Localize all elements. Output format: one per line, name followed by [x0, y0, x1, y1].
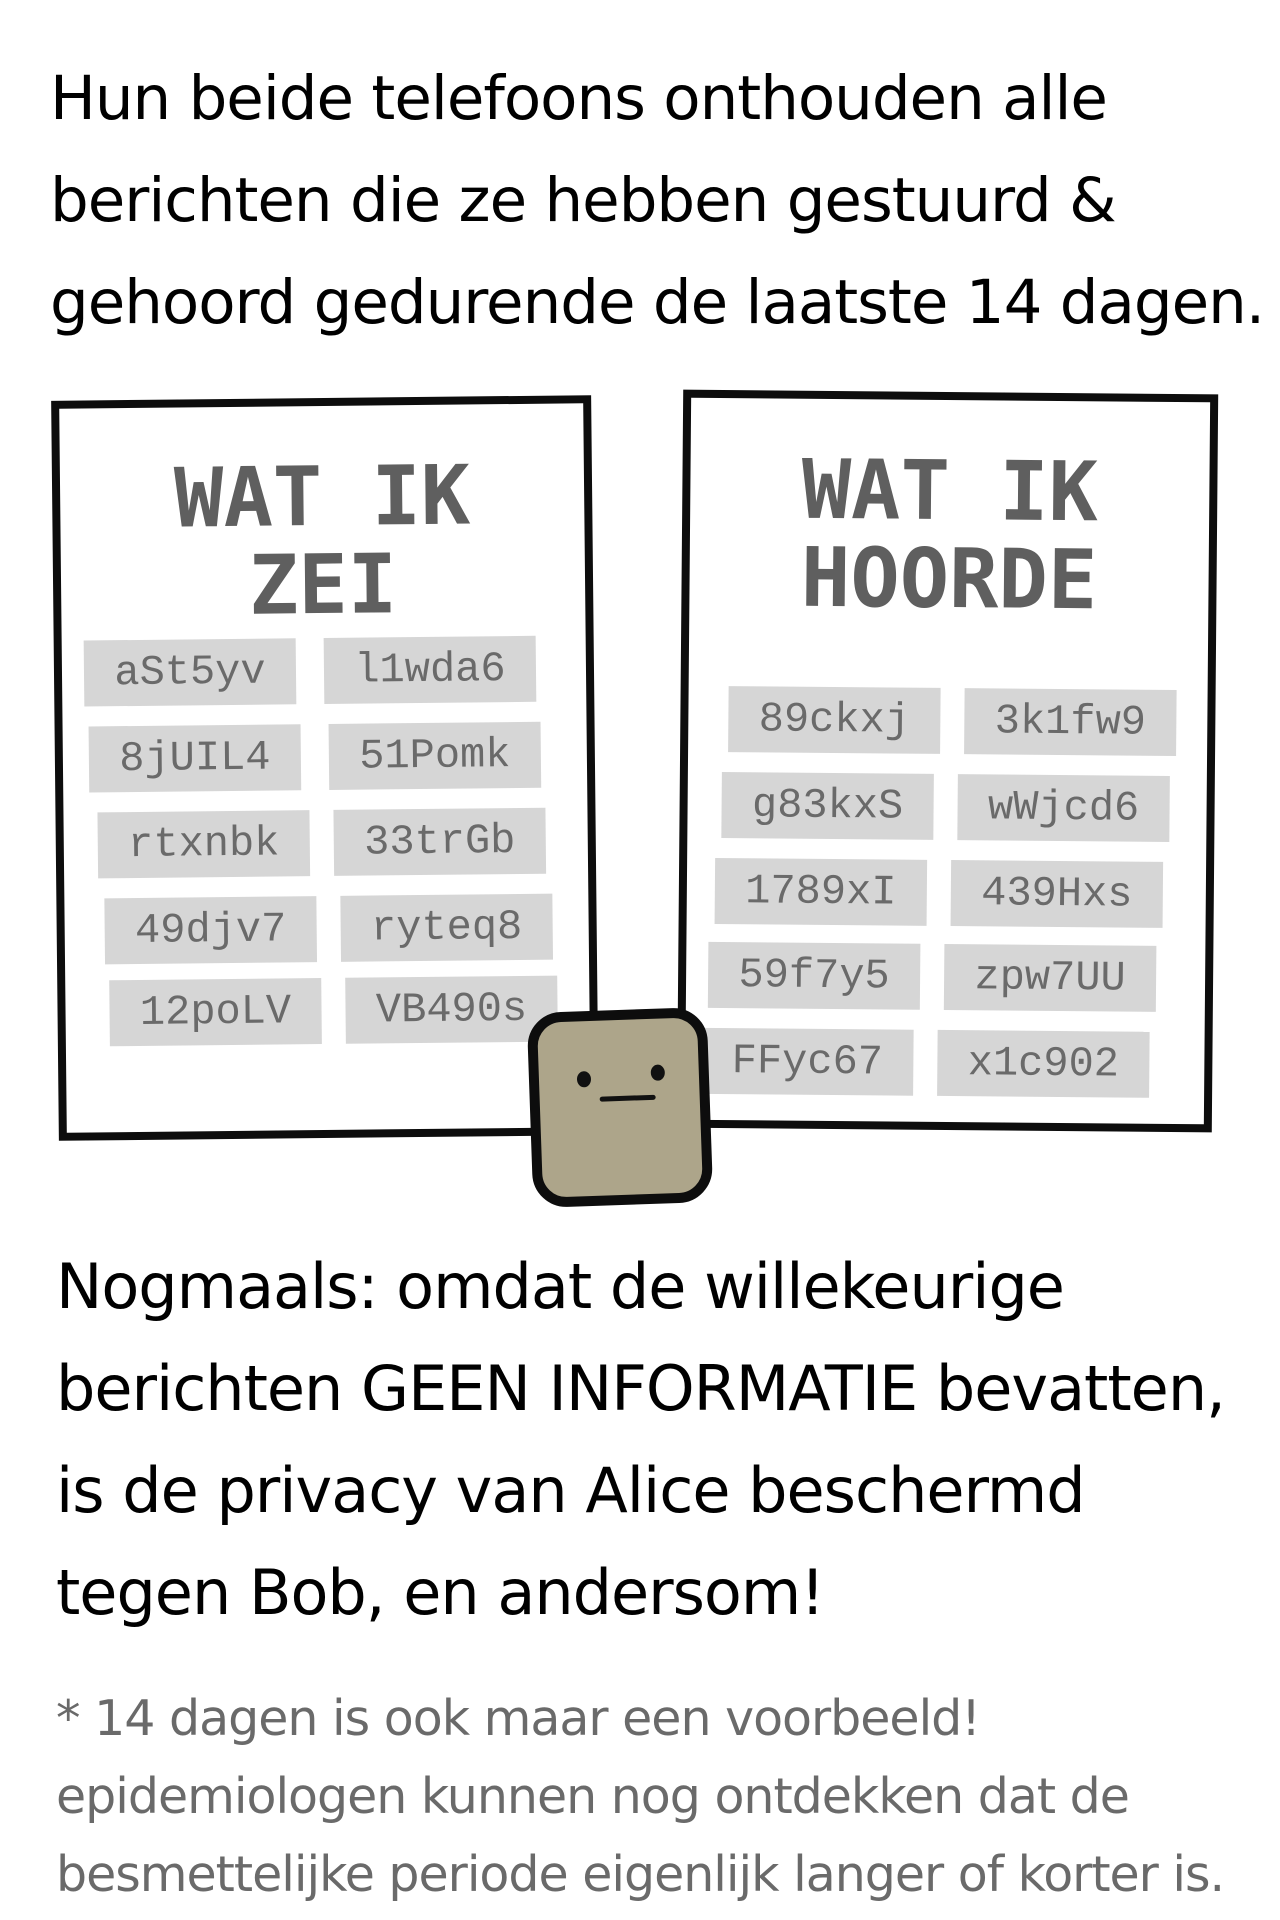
said-messages-panel: WAT IK ZEI aSt5yv l1wda6 8jUIL4 51Pomk r… [51, 395, 599, 1141]
message-code: FFyc67 [701, 1027, 914, 1096]
footnote-line: epidemiologen kunnen nog ontdekken dat d… [56, 1768, 1130, 1825]
message-code: VB490s [345, 975, 558, 1044]
message-code: 12poLV [109, 978, 322, 1047]
message-code: 1789xI [714, 857, 928, 926]
panel-title-line: WAT IK [801, 442, 1099, 541]
conclusion-line: berichten GEEN INFORMATIE bevatten, [56, 1352, 1226, 1425]
message-code: 8jUIL4 [88, 724, 302, 793]
panel-title: WAT IK HOORDE [689, 442, 1210, 629]
conclusion-line: tegen Bob, en andersom! [56, 1556, 825, 1629]
conclusion-line: is de privacy van Alice beschermd [56, 1454, 1086, 1527]
message-code: 51Pomk [328, 721, 542, 790]
intro-line: Hun beide telefoons onthouden alle [50, 63, 1108, 134]
mouth-icon [599, 1094, 656, 1102]
character-blob [526, 1006, 714, 1209]
message-code: 59f7y5 [707, 941, 921, 1010]
heard-messages-panel: WAT IK HOORDE 89ckxj 3k1fw9 g83kxS wWjcd… [676, 389, 1219, 1133]
message-code: aSt5yv [83, 638, 297, 707]
message-code: 89ckxj [728, 686, 941, 754]
message-code: x1c902 [937, 1029, 1150, 1098]
eye-icon [576, 1071, 592, 1088]
footnote-line: besmettelijke periode eigenlijk langer o… [56, 1846, 1225, 1903]
intro-line: gehoord gedurende de laatste 14 dagen. [50, 267, 1265, 338]
message-code: zpw7UU [943, 943, 1157, 1012]
message-code: 3k1fw9 [964, 688, 1177, 756]
panel-title-line: WAT IK [173, 448, 471, 547]
panel-title: WAT IK ZEI [60, 448, 586, 634]
message-code: g83kxS [721, 772, 934, 840]
message-code: wWjcd6 [957, 774, 1170, 842]
footnote: * 14 dagen is ook maar een voorbeeld! ep… [56, 1680, 1266, 1914]
conclusion-text: Nogmaals: omdat de willekeurige berichte… [56, 1236, 1256, 1644]
message-code: l1wda6 [323, 635, 537, 705]
panel-title-line: ZEI [248, 537, 398, 634]
message-code: 439Hxs [950, 860, 1164, 928]
message-code: 49djv7 [104, 896, 318, 965]
conclusion-line: Nogmaals: omdat de willekeurige [56, 1250, 1065, 1323]
message-code: ryteq8 [340, 893, 554, 962]
message-code: 33trGb [333, 807, 547, 876]
panel-title-line: HOORDE [800, 530, 1098, 629]
intro-line: berichten die ze hebben gestuurd & [50, 165, 1117, 236]
footnote-line: * 14 dagen is ook maar een voorbeeld! [56, 1690, 981, 1747]
message-code: rtxnbk [97, 810, 311, 879]
eye-icon [650, 1064, 666, 1081]
intro-text: Hun beide telefoons onthouden alle beric… [50, 48, 1265, 354]
